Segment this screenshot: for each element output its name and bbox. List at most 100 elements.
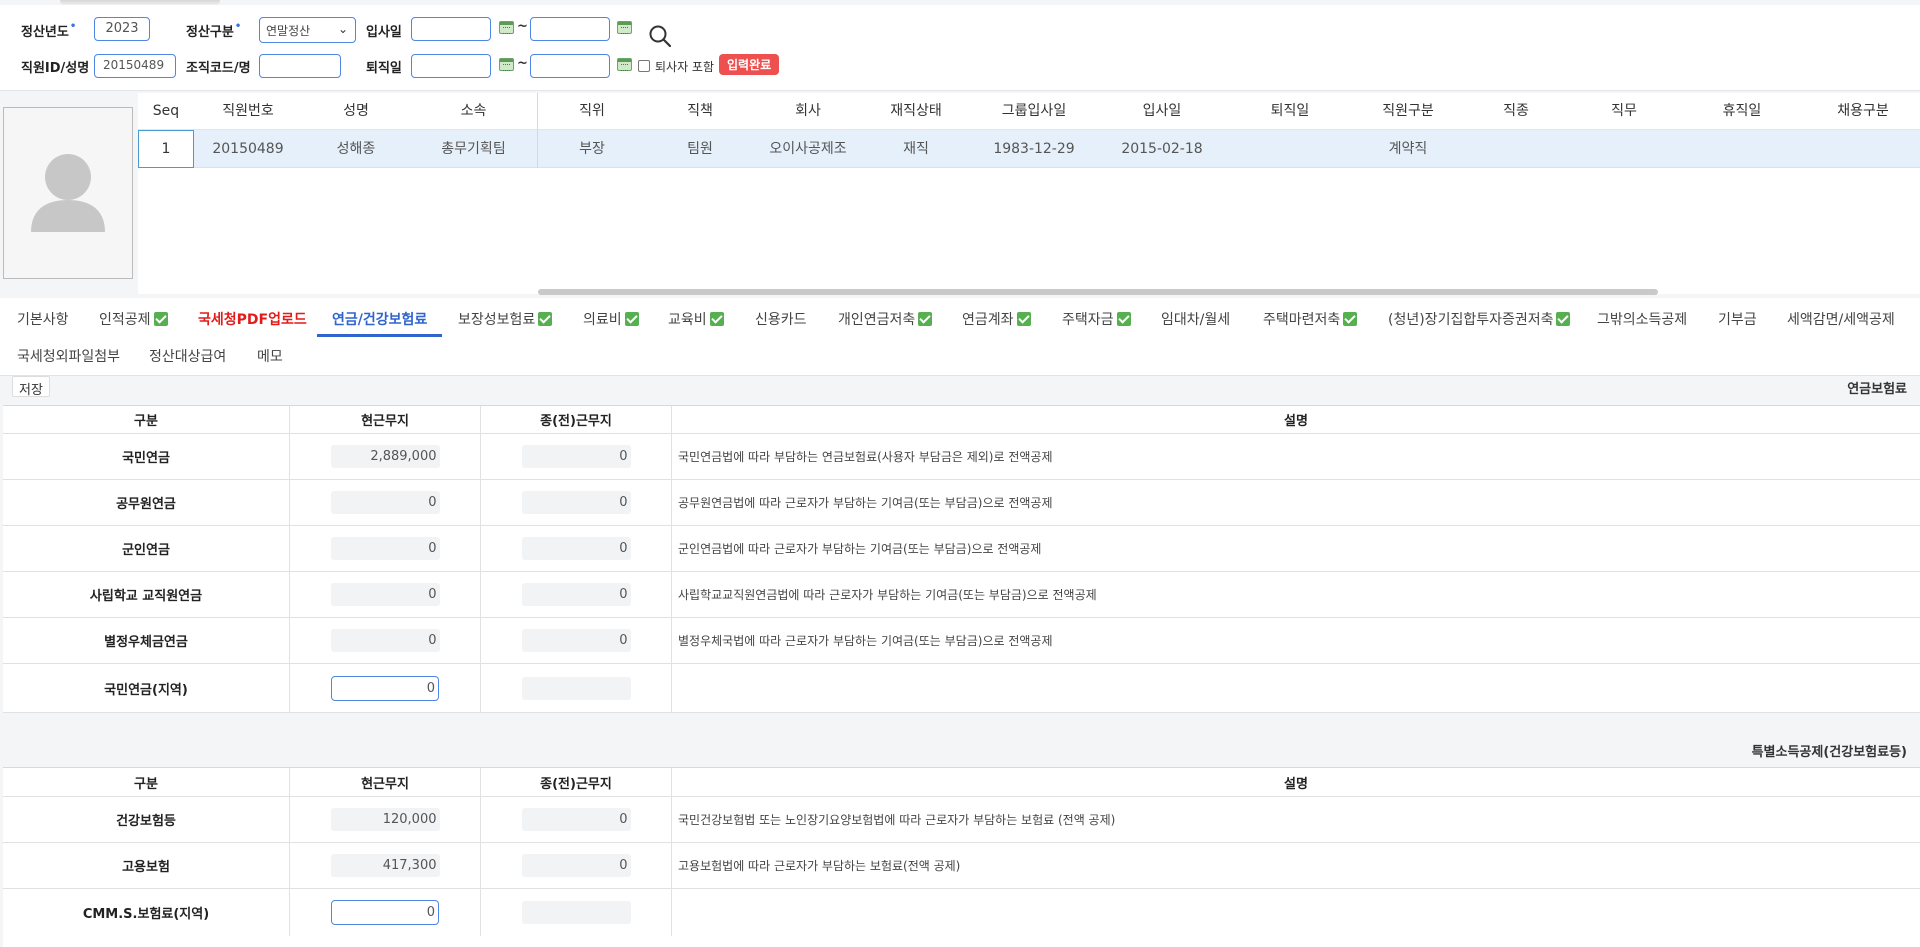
grid-header-title: 직책 xyxy=(687,103,713,119)
hire-date-to-input[interactable] xyxy=(530,17,610,41)
tab-personal-pension[interactable]: 개인연금저축 xyxy=(838,309,933,329)
grid-cell-status[interactable]: 재직 xyxy=(862,130,970,168)
grid-cell-title[interactable]: 팀원 xyxy=(646,130,754,168)
current-amount: 417,300 xyxy=(330,854,440,877)
table-row: 군인연금 0 0 군인연금법에 따라 근로자가 부담하는 기여금(또는 부담금)… xyxy=(3,526,1920,572)
status-badge: 입력완료 xyxy=(719,54,780,75)
grid-cell-emp-type[interactable]: 계약직 xyxy=(1354,130,1462,168)
tab-memo[interactable]: 메모 xyxy=(257,346,283,366)
tab-housing-fund[interactable]: 주택자금 xyxy=(1062,309,1131,329)
current-amount: 0 xyxy=(330,629,440,652)
tab-credit-card[interactable]: 신용카드 xyxy=(755,309,807,329)
row-description: 고용보험법에 따라 근로자가 부담하는 보험료(전액 공제) xyxy=(678,859,961,873)
health-section-title: 특별소득공제(건강보험료등) xyxy=(1751,745,1907,760)
employee-input[interactable]: 20150489 xyxy=(94,54,176,78)
grid-cell-job-duty[interactable] xyxy=(1570,130,1678,168)
grid-header-join: 입사일 xyxy=(1142,103,1182,119)
grid-cell-job-class[interactable] xyxy=(1462,130,1570,168)
row-label: 국민연금(지역) xyxy=(3,664,290,712)
tab-youth-investment[interactable]: (청년)장기집합투자증권저축 xyxy=(1388,309,1571,329)
grid-cell-position[interactable]: 부장 xyxy=(538,130,646,168)
tab-tax-reduction[interactable]: 세액감면/세액공제 xyxy=(1787,309,1895,329)
calendar-icon[interactable] xyxy=(499,58,514,71)
search-filter-panel: 정산년도• 2023 정산구분• 연말정산 ⌄ 입사일 ~ 직원ID/성명 20… xyxy=(0,5,1920,91)
check-icon xyxy=(624,312,639,326)
grid-cell-dept[interactable]: 총무기획팀 xyxy=(410,130,537,168)
table-row: CMM.S.보험료(지역) 0 xyxy=(3,889,1920,936)
grid-cell-join[interactable]: 2015-02-18 xyxy=(1098,130,1226,168)
row-label: CMM.S.보험료(지역) xyxy=(3,889,290,936)
search-icon[interactable] xyxy=(649,25,671,47)
grid-header-hire-type: 채용구분 xyxy=(1837,103,1889,119)
tab-insurance[interactable]: 보장성보험료 xyxy=(458,309,553,329)
tab-donation[interactable]: 기부금 xyxy=(1718,309,1757,329)
settle-type-select[interactable]: 연말정산 ⌄ xyxy=(259,17,356,43)
check-icon xyxy=(1116,312,1131,326)
tab-nts-pdf-upload[interactable]: 국세청PDF업로드 xyxy=(198,309,307,329)
tab-education[interactable]: 교육비 xyxy=(668,309,724,329)
row-description xyxy=(672,889,1920,936)
tab-label: 정산대상급여 xyxy=(149,349,227,365)
row-label: 건강보험등 xyxy=(3,797,290,842)
tab-basic[interactable]: 기본사항 xyxy=(17,309,69,329)
regional-pension-input[interactable]: 0 xyxy=(331,675,439,701)
calendar-icon[interactable] xyxy=(617,58,632,71)
health-table: 구분 현근무지 종(전)근무지 설명 건강보험등 120,000 0 국민건강보… xyxy=(3,767,1920,947)
grid-cell-leave[interactable] xyxy=(1678,130,1806,168)
tab-pension-health[interactable]: 연금/건강보험료 xyxy=(332,309,427,329)
table-row: 사립학교 교직원연금 0 0 사립학교교직원연금법에 따라 근로자가 부담하는 … xyxy=(3,572,1920,618)
tilde: ~ xyxy=(517,19,528,34)
calendar-icon[interactable] xyxy=(499,21,514,34)
tab-personal-deduction[interactable]: 인적공제 xyxy=(99,309,168,329)
table-row[interactable]: 1 20150489 성해종 총무기획팀 부장 팀원 오이사공제조 재직 198… xyxy=(138,130,1920,168)
tab-medical[interactable]: 의료비 xyxy=(583,309,639,329)
grid-cell-seq[interactable]: 1 xyxy=(138,130,194,168)
header-category: 구분 xyxy=(3,768,290,796)
tab-lease-rent[interactable]: 임대차/월세 xyxy=(1161,309,1230,329)
grid-header: Seq 직원번호 성명 소속 직위 직책 회사 재직상태 그룹입사일 입사일 퇴… xyxy=(138,93,1920,130)
calendar-icon[interactable] xyxy=(617,21,632,34)
previous-amount: 0 xyxy=(521,629,631,652)
row-description: 공무원연금법에 따라 근로자가 부담하는 기여금(또는 부담금)으로 전액공제 xyxy=(678,496,1053,510)
horizontal-scrollbar[interactable] xyxy=(538,289,1658,295)
grid-cell-group-join[interactable]: 1983-12-29 xyxy=(970,130,1098,168)
retire-date-to-input[interactable] xyxy=(530,54,610,78)
check-icon xyxy=(918,312,933,326)
grid-header-status: 재직상태 xyxy=(890,103,942,119)
grid-header-dept: 소속 xyxy=(460,103,487,119)
tab-pension-account[interactable]: 연금계좌 xyxy=(962,309,1031,329)
regional-insurance-input[interactable]: 0 xyxy=(331,900,439,925)
grid-cell-retire[interactable] xyxy=(1226,130,1354,168)
tab-label: 연금/건강보험료 xyxy=(332,312,428,328)
tab-label: 보장성보험료 xyxy=(458,312,536,328)
header-description: 설명 xyxy=(1284,414,1308,429)
year-input[interactable]: 2023 xyxy=(94,17,150,41)
row-label: 군인연금 xyxy=(3,526,290,571)
pension-section-title: 연금보험료 xyxy=(1847,382,1907,397)
employee-label: 직원ID/성명 xyxy=(21,61,90,76)
tab-label: (청년)장기집합투자증권저축 xyxy=(1388,312,1554,328)
table-row: 국민연금 2,889,000 0 국민연금법에 따라 부담하는 연금보험료(사용… xyxy=(3,434,1920,480)
grid-cell-company[interactable]: 오이사공제조 xyxy=(754,130,862,168)
previous-amount: 0 xyxy=(521,854,631,877)
tab-other-income-deduction[interactable]: 그밖의소득공제 xyxy=(1597,309,1687,329)
row-label: 고용보험 xyxy=(3,843,290,888)
grid-cell-hire-type[interactable] xyxy=(1806,130,1920,168)
org-input[interactable] xyxy=(259,54,341,78)
grid-cell-emp-no[interactable]: 20150489 xyxy=(194,130,302,168)
table-row: 국민연금(지역) 0 xyxy=(3,664,1920,713)
grid-header-emp-no: 직원번호 xyxy=(222,103,274,119)
include-retired-checkbox[interactable] xyxy=(638,60,650,72)
current-amount: 0 xyxy=(330,537,440,560)
tab-settlement-pay[interactable]: 정산대상급여 xyxy=(149,346,226,366)
retire-date-label: 퇴직일 xyxy=(366,61,402,76)
hire-date-label: 입사일 xyxy=(366,25,402,40)
retire-date-from-input[interactable] xyxy=(411,54,491,78)
tab-external-file-attach[interactable]: 국세청외파일첨부 xyxy=(17,346,120,366)
hire-date-from-input[interactable] xyxy=(411,17,491,41)
save-button[interactable]: 저장 xyxy=(12,376,50,398)
frozen-column-divider xyxy=(537,93,538,168)
grid-cell-name[interactable]: 성해종 xyxy=(302,130,410,168)
current-amount: 2,889,000 xyxy=(330,445,440,468)
tab-housing-savings[interactable]: 주택마련저축 xyxy=(1263,309,1358,329)
